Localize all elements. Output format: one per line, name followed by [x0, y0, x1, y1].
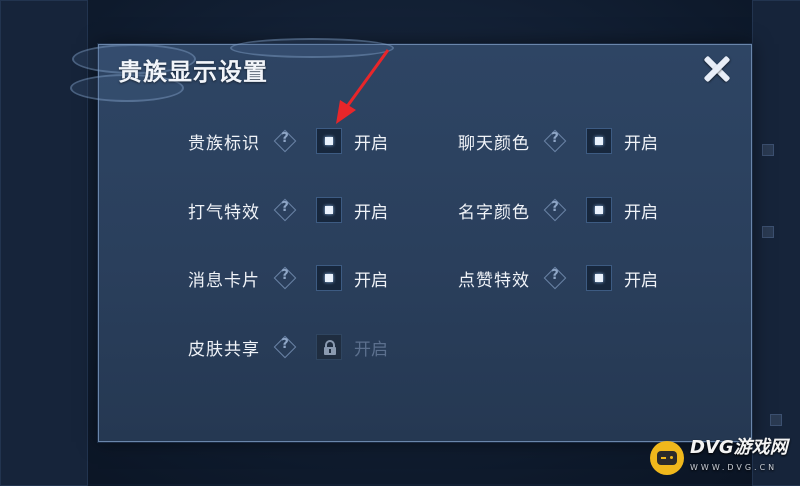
background-toggle [762, 226, 774, 238]
setting-row-like-effect: 点赞特效 ? 开启 [458, 262, 658, 294]
setting-label: 点赞特效 [458, 270, 530, 291]
help-icon[interactable]: ? [273, 266, 297, 290]
toggle-checkbox[interactable] [316, 197, 342, 223]
watermark-name: DVG游戏网 [690, 437, 788, 458]
setting-label: 贵族标识 [188, 133, 260, 154]
watermark-logo: DVG游戏网 WWW.DVG.CN [650, 438, 788, 478]
setting-row-message-card: 消息卡片 ? 开启 [188, 262, 388, 294]
toggle-state-label: 开启 [354, 339, 388, 360]
gamepad-icon [650, 441, 684, 475]
setting-label: 皮肤共享 [188, 339, 260, 360]
toggle-state-label: 开启 [354, 270, 388, 291]
locked-checkbox[interactable] [316, 334, 342, 360]
toggle-checkbox[interactable] [586, 197, 612, 223]
toggle-checkbox[interactable] [316, 265, 342, 291]
toggle-state-label: 开启 [624, 270, 658, 291]
setting-label: 聊天颜色 [458, 133, 530, 154]
setting-label: 消息卡片 [188, 270, 260, 291]
help-icon[interactable]: ? [273, 335, 297, 359]
settings-dialog [98, 44, 752, 442]
background-panel-left [0, 0, 88, 486]
help-icon[interactable]: ? [273, 198, 297, 222]
help-icon[interactable]: ? [273, 129, 297, 153]
close-icon[interactable] [700, 52, 734, 86]
toggle-state-label: 开启 [354, 202, 388, 223]
setting-row-name-color: 名字颜色 ? 开启 [458, 194, 658, 226]
help-icon[interactable]: ? [543, 198, 567, 222]
help-icon[interactable]: ? [543, 129, 567, 153]
toggle-checkbox[interactable] [586, 265, 612, 291]
setting-row-skin-share: 皮肤共享 ? 开启 [188, 331, 388, 363]
lock-icon [324, 340, 336, 355]
toggle-state-label: 开启 [624, 133, 658, 154]
setting-row-noble-badge: 贵族标识 ? 开启 [188, 125, 388, 157]
watermark-url: WWW.DVG.CN [690, 463, 778, 472]
dialog-title: 贵族显示设置 [118, 58, 268, 86]
background-toggle [762, 144, 774, 156]
setting-row-cheer-effect: 打气特效 ? 开启 [188, 194, 388, 226]
background-toggle [770, 414, 782, 426]
setting-label: 打气特效 [188, 202, 260, 223]
toggle-checkbox[interactable] [316, 128, 342, 154]
toggle-state-label: 开启 [624, 202, 658, 223]
setting-row-chat-color: 聊天颜色 ? 开启 [458, 125, 658, 157]
toggle-state-label: 开启 [354, 133, 388, 154]
setting-label: 名字颜色 [458, 202, 530, 223]
toggle-checkbox[interactable] [586, 128, 612, 154]
help-icon[interactable]: ? [543, 266, 567, 290]
